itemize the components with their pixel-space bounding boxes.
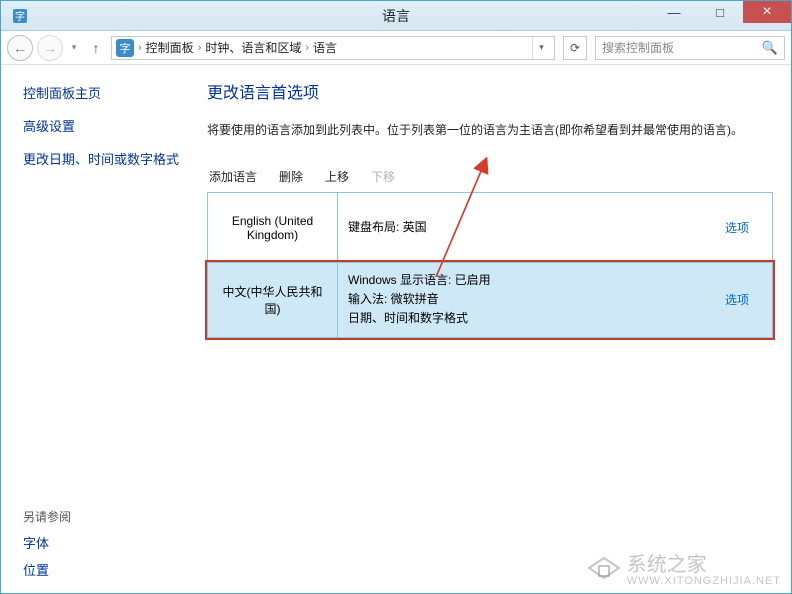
refresh-button[interactable]: ⟳: [563, 36, 587, 60]
add-language-button[interactable]: 添加语言: [209, 168, 257, 185]
language-detail-cell: Windows 显示语言: 已启用 输入法: 微软拼音 日期、时间和数字格式: [338, 263, 702, 337]
sidebar-fonts-link[interactable]: 字体: [23, 533, 71, 552]
sidebar-home-link[interactable]: 控制面板主页: [23, 83, 189, 102]
watermark-logo-icon: [587, 554, 621, 582]
page-description: 将要使用的语言添加到此列表中。位于列表第一位的语言为主语言(即你希望看到并最常使…: [207, 121, 773, 138]
sidebar-advanced-link[interactable]: 高级设置: [23, 116, 189, 135]
breadcrumb-sep: ›: [305, 42, 309, 54]
language-row-selected[interactable]: 中文(中华人民共和国) Windows 显示语言: 已启用 输入法: 微软拼音 …: [208, 263, 772, 337]
breadcrumb-sep: ›: [198, 42, 202, 54]
search-icon: 🔍: [762, 40, 778, 56]
sidebar-dateformats-link[interactable]: 更改日期、时间或数字格式: [23, 149, 189, 168]
minimize-button[interactable]: —: [651, 1, 697, 23]
window-title: 语言: [382, 6, 410, 26]
language-table: English (United Kingdom) 键盘布局: 英国 选项 中文(…: [207, 192, 773, 338]
maximize-button[interactable]: □: [697, 1, 743, 23]
window-icon: 字: [9, 5, 31, 27]
moveup-button[interactable]: 上移: [325, 168, 349, 185]
language-name-cell: 中文(中华人民共和国): [208, 263, 338, 337]
forward-button[interactable]: →: [37, 35, 63, 61]
sidebar: 控制面板主页 高级设置 更改日期、时间或数字格式 另请参阅 字体 位置: [1, 65, 201, 593]
language-name-cell: English (United Kingdom): [208, 193, 338, 262]
language-options-link[interactable]: 选项: [702, 193, 772, 262]
main-area: 更改语言首选项 将要使用的语言添加到此列表中。位于列表第一位的语言为主语言(即你…: [201, 65, 791, 593]
history-dropdown[interactable]: ▾: [67, 35, 81, 61]
titlebar: 字 语言 — □ ×: [1, 1, 791, 31]
watermark-url: WWW.XITONGZHIJIA.NET: [627, 575, 781, 587]
breadcrumb-item[interactable]: 语言: [313, 39, 337, 56]
navbar: ← → ▾ ↑ 字 › 控制面板 › 时钟、语言和区域 › 语言 ▾ ⟳ 搜索控…: [1, 31, 791, 65]
breadcrumb-item[interactable]: 控制面板: [146, 39, 194, 56]
watermark: 系统之家 WWW.XITONGZHIJIA.NET: [587, 548, 781, 587]
page-heading: 更改语言首选项: [207, 79, 773, 103]
window-controls: — □ ×: [651, 1, 791, 23]
breadcrumb-dropdown[interactable]: ▾: [532, 37, 550, 59]
see-also-block: 另请参阅 字体 位置: [23, 508, 71, 579]
movedown-button[interactable]: 下移: [371, 168, 395, 185]
remove-language-button[interactable]: 删除: [279, 168, 303, 185]
toolbar: 添加语言 删除 上移 下移: [207, 164, 773, 192]
close-button[interactable]: ×: [743, 1, 791, 23]
content: 控制面板主页 高级设置 更改日期、时间或数字格式 另请参阅 字体 位置 更改语言…: [1, 65, 791, 593]
search-placeholder: 搜索控制面板: [602, 39, 674, 56]
up-button[interactable]: ↑: [85, 37, 107, 59]
search-input[interactable]: 搜索控制面板 🔍: [595, 36, 785, 60]
language-row[interactable]: English (United Kingdom) 键盘布局: 英国 选项: [208, 193, 772, 263]
breadcrumb-item[interactable]: 时钟、语言和区域: [205, 39, 301, 56]
breadcrumb-sep: ›: [138, 42, 142, 54]
see-also-title: 另请参阅: [23, 508, 71, 525]
breadcrumb[interactable]: 字 › 控制面板 › 时钟、语言和区域 › 语言 ▾: [111, 36, 555, 60]
svg-text:字: 字: [15, 10, 25, 23]
breadcrumb-icon: 字: [116, 39, 134, 57]
back-button[interactable]: ←: [7, 35, 33, 61]
language-options-link[interactable]: 选项: [702, 263, 772, 337]
language-detail-cell: 键盘布局: 英国: [338, 193, 702, 262]
sidebar-location-link[interactable]: 位置: [23, 560, 71, 579]
watermark-name: 系统之家: [627, 548, 781, 577]
